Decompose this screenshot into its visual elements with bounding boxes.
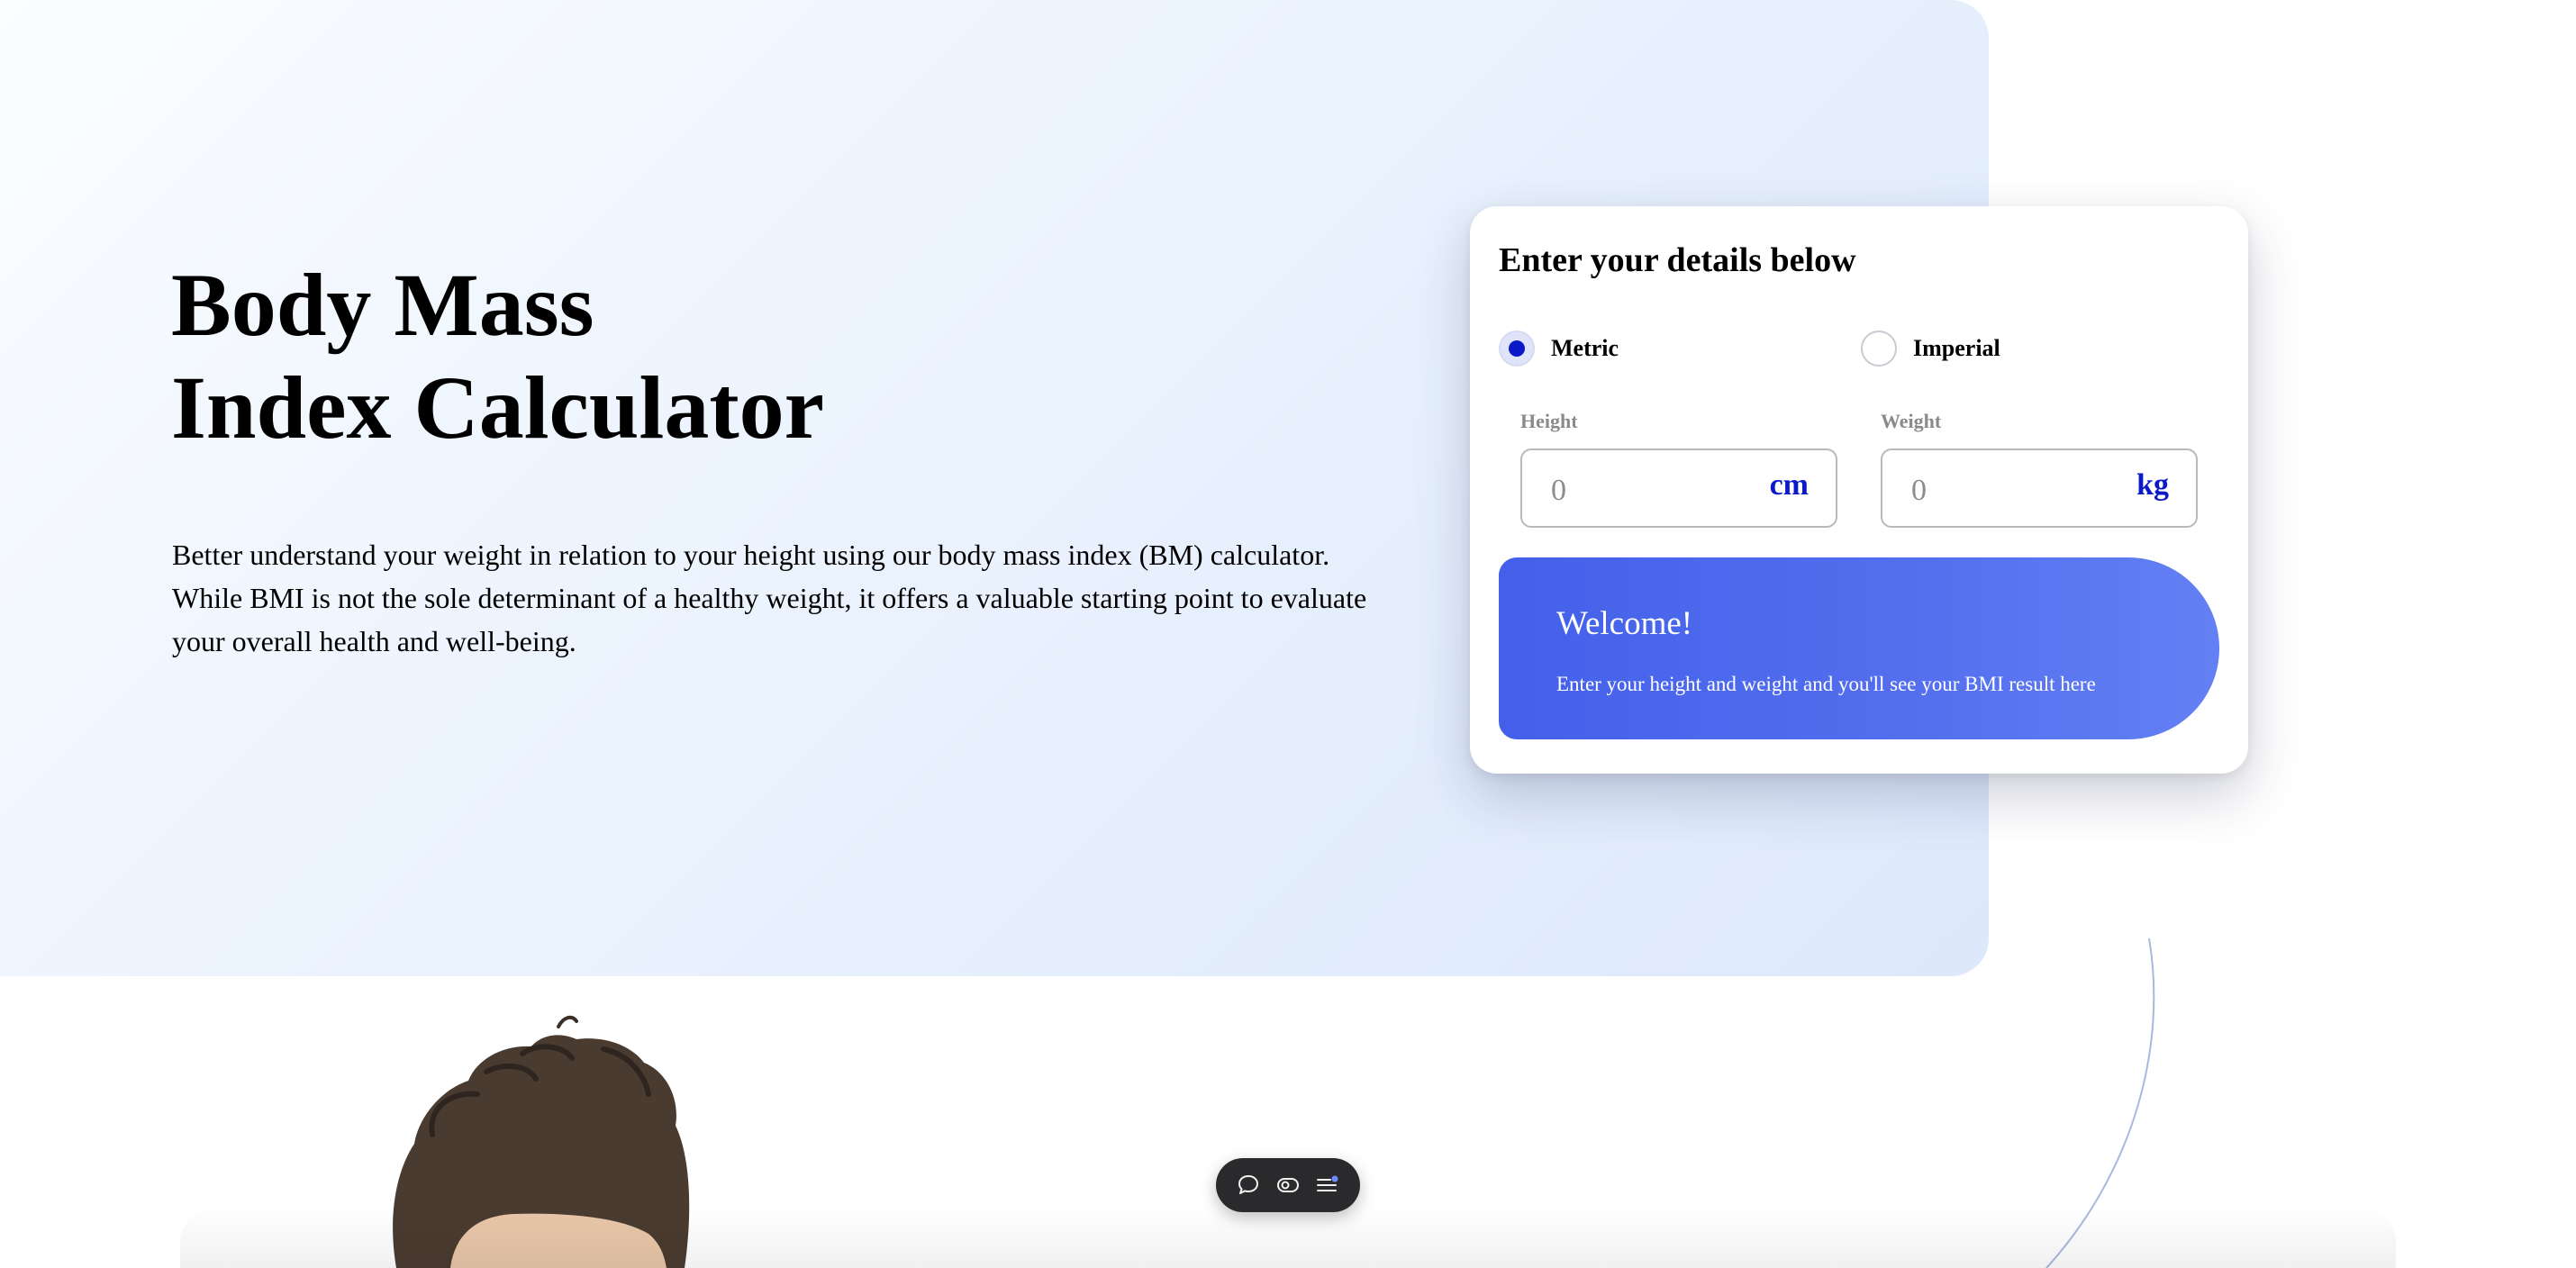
page-title: Body Mass Index Calculator (171, 254, 1162, 459)
height-label: Height (1520, 410, 1578, 432)
radio-unchecked-icon[interactable] (1861, 331, 1897, 367)
hero-description: Better understand your weight in relatio… (172, 539, 1367, 657)
radio-label-metric[interactable]: Metric (1551, 335, 1619, 362)
title-line-2: Index Calculator (171, 358, 824, 457)
weight-unit: kg (2136, 468, 2169, 502)
weight-label: Weight (1881, 410, 1942, 432)
bmi-calculator-card: Enter your details below Metric Imperial… (1470, 206, 2248, 774)
result-title: Welcome! (1556, 605, 1693, 642)
weight-field[interactable]: kg (1881, 448, 2198, 528)
weight-input[interactable] (1909, 466, 2093, 515)
height-unit: cm (1769, 468, 1809, 502)
unit-radio-imperial[interactable]: Imperial (1861, 329, 2000, 368)
floating-toolbar (1216, 1158, 1360, 1212)
page: Body Mass Index Calculator Better unders… (0, 0, 2576, 1268)
result-message: Enter your height and weight and you'll … (1556, 673, 2096, 695)
calculator-heading: Enter your details below (1499, 241, 1856, 279)
radio-label-imperial[interactable]: Imperial (1913, 335, 2000, 362)
bmi-result-panel: Welcome! Enter your height and weight an… (1499, 557, 2219, 739)
radio-checked-icon[interactable] (1499, 331, 1535, 367)
unit-radio-metric[interactable]: Metric (1499, 329, 1619, 368)
height-input[interactable] (1549, 466, 1733, 515)
title-line-1: Body Mass (171, 255, 594, 355)
height-field[interactable]: cm (1520, 448, 1837, 528)
toggle-view-icon[interactable] (1273, 1170, 1303, 1200)
radio-dot (1509, 340, 1525, 357)
comment-icon[interactable] (1233, 1170, 1264, 1200)
menu-icon[interactable] (1312, 1170, 1343, 1200)
bottom-section-shadow (180, 1207, 2396, 1268)
